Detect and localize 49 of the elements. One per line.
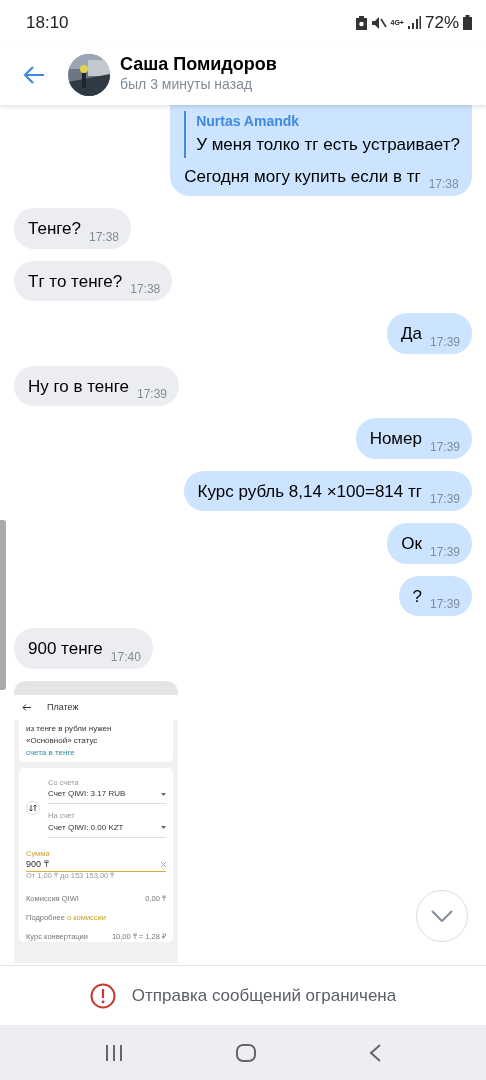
message-time: 17:39 xyxy=(429,543,460,561)
account-dropdown[interactable]: Счет QIWI: 3.17 RUB xyxy=(48,787,166,805)
signal-icon xyxy=(407,16,421,29)
message-time: 17:38 xyxy=(130,281,161,298)
last-seen: был 3 минуты назад xyxy=(120,75,254,95)
quote-author: Nurtas Amandk xyxy=(196,112,301,131)
battery-level: 72% xyxy=(424,11,459,34)
chevron-down-icon xyxy=(431,910,453,922)
message-text: Да xyxy=(401,323,422,345)
message-time: 17:39 xyxy=(429,491,460,508)
warning-icon xyxy=(89,982,116,1009)
mute-icon xyxy=(370,15,387,30)
amount-field[interactable]: 900 ₸ xyxy=(26,857,166,873)
restriction-notice: Отправка сообщений ограничена xyxy=(131,984,397,1007)
info-text: из тенге в рубли нужен xyxy=(26,723,113,735)
quote-text: У меня толко тг есть устраивает? xyxy=(196,134,460,156)
swap-icon[interactable] xyxy=(26,801,40,816)
message-text: Сегодня могу купить если в тг xyxy=(184,165,421,188)
message-text: Тенге? xyxy=(28,218,81,240)
message-time: 17:39 xyxy=(429,438,460,456)
message-time: 17:40 xyxy=(110,648,141,666)
message-time: 17:38 xyxy=(428,176,459,193)
recent-apps-icon[interactable] xyxy=(104,1044,123,1061)
message-time: 17:39 xyxy=(429,596,460,613)
back-icon xyxy=(22,703,31,711)
status-time: 18:10 xyxy=(26,11,69,34)
clear-icon[interactable] xyxy=(161,862,166,867)
message-text: Курс рубль 8,14 ×100=814 тг xyxy=(197,480,422,503)
screen-title: Платеж xyxy=(47,700,79,714)
battery-saver-icon xyxy=(355,15,367,30)
message-text: ? xyxy=(412,585,422,608)
scroll-down-button[interactable] xyxy=(416,890,468,942)
info-text: «Основной» статус xyxy=(26,735,99,747)
back-icon[interactable] xyxy=(22,65,46,85)
message-text: Ну го в тенге xyxy=(28,375,129,398)
message-time: 17:39 xyxy=(429,333,460,351)
message-time: 17:38 xyxy=(89,228,120,246)
message-text: Тг то тенге? xyxy=(28,270,123,293)
battery-icon xyxy=(463,15,472,30)
back-icon[interactable] xyxy=(369,1043,382,1062)
account-dropdown[interactable]: Счет QIWI: 0.00 KZT xyxy=(48,820,166,838)
message-text: Номер xyxy=(369,428,422,450)
home-icon[interactable] xyxy=(236,1043,256,1062)
message-time: 17:39 xyxy=(137,386,167,403)
contact-name: Саша Помидоров xyxy=(120,54,277,75)
message-text: Ок xyxy=(401,533,422,555)
caret-icon xyxy=(161,792,166,796)
message-text: 900 тенге xyxy=(28,638,103,660)
caret-icon xyxy=(161,826,166,829)
